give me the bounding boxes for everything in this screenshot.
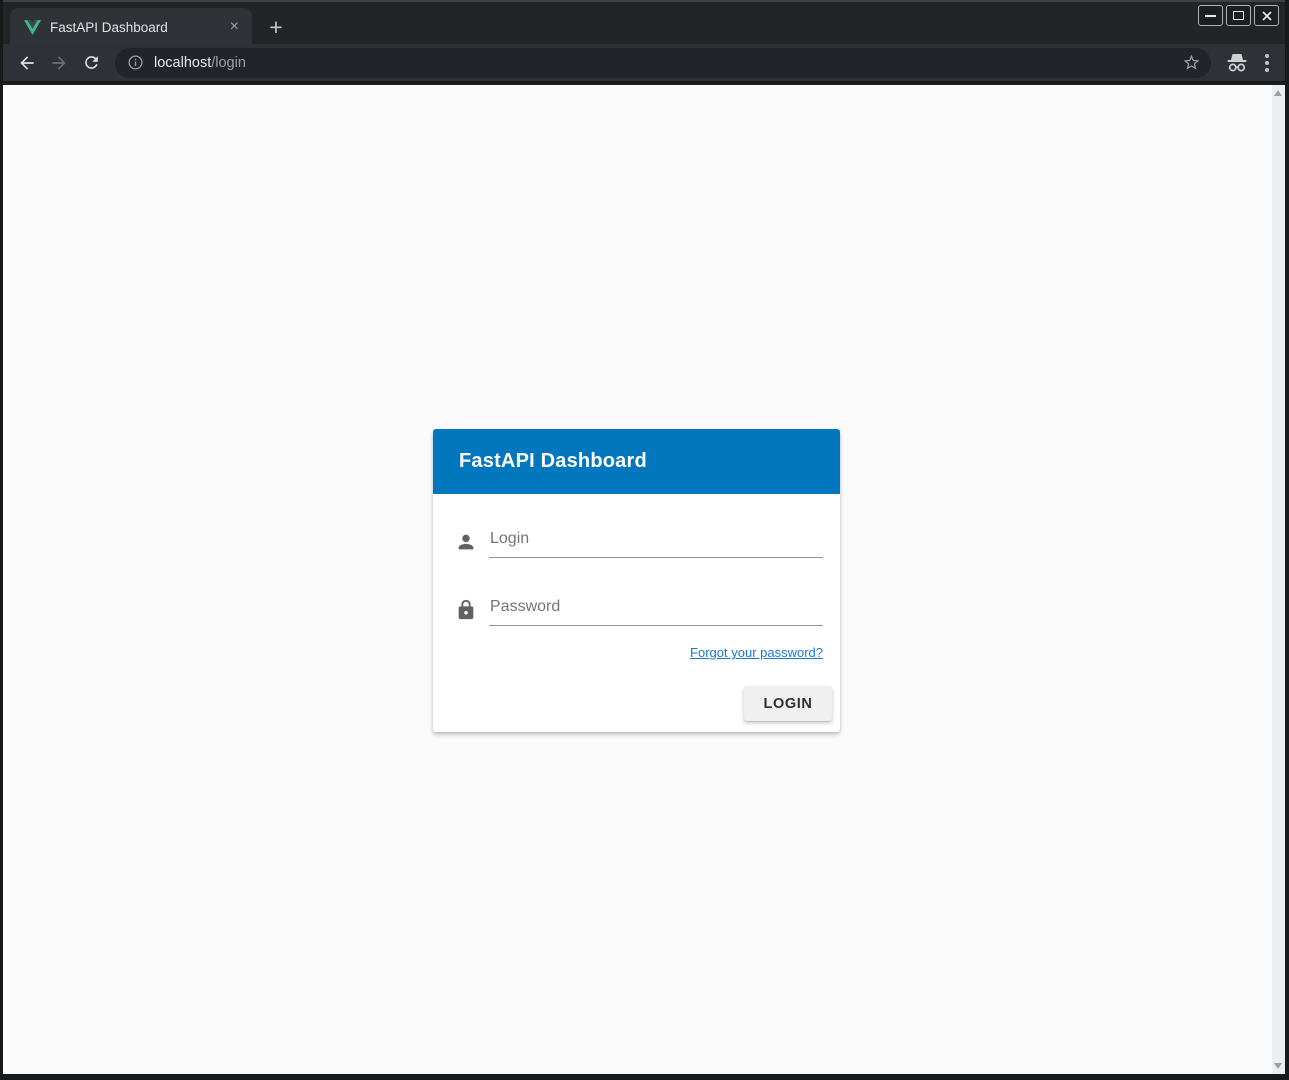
scroll-up-icon[interactable] — [1274, 90, 1282, 96]
tab-strip: FastAPI Dashboard × + — [3, 0, 1285, 44]
person-icon — [455, 531, 477, 553]
reload-button[interactable] — [75, 47, 107, 79]
scroll-down-icon[interactable] — [1274, 1063, 1282, 1069]
back-button[interactable] — [11, 47, 43, 79]
lock-icon — [455, 599, 477, 621]
window-close-button[interactable] — [1254, 5, 1279, 26]
browser-tab[interactable]: FastAPI Dashboard × — [10, 8, 252, 46]
browser-toolbar: localhost/login — [3, 44, 1285, 81]
forgot-password-link[interactable]: Forgot your password? — [690, 645, 823, 660]
minimize-icon — [1205, 15, 1216, 17]
tab-close-icon[interactable]: × — [225, 17, 244, 37]
browser-menu-button[interactable] — [1263, 52, 1271, 74]
window-minimize-button[interactable] — [1198, 5, 1223, 26]
bookmark-star-icon[interactable] — [1182, 53, 1201, 72]
login-card: FastAPI Dashboard Forgot your password? — [433, 429, 840, 732]
toolbar-right-group — [1225, 52, 1271, 74]
window-controls — [1198, 5, 1279, 26]
back-arrow-icon — [17, 53, 37, 73]
password-input[interactable] — [489, 598, 823, 626]
browser-window-frame: FastAPI Dashboard × + — [0, 0, 1289, 1080]
tab-title: FastAPI Dashboard — [50, 20, 225, 35]
login-input[interactable] — [489, 530, 823, 558]
login-card-body: Forgot your password? LOGIN — [433, 494, 840, 732]
close-icon — [1261, 10, 1273, 22]
vue-favicon-icon — [24, 19, 41, 36]
page-scrollbar[interactable] — [1272, 85, 1285, 1074]
incognito-icon — [1225, 52, 1249, 74]
maximize-icon — [1233, 11, 1244, 20]
window-maximize-button[interactable] — [1226, 5, 1251, 26]
address-bar[interactable]: localhost/login — [115, 48, 1211, 78]
url-path: /login — [211, 55, 246, 71]
new-tab-button[interactable]: + — [261, 12, 291, 42]
forward-arrow-icon — [49, 53, 69, 73]
url-text[interactable]: localhost/login — [154, 55, 1182, 71]
browser-window: FastAPI Dashboard × + — [3, 0, 1285, 1074]
url-host: localhost — [154, 55, 211, 71]
forward-button[interactable] — [43, 47, 75, 79]
password-field-row — [455, 592, 823, 626]
login-card-header: FastAPI Dashboard — [433, 429, 840, 494]
page-content: FastAPI Dashboard Forgot your password? — [3, 83, 1285, 1074]
page-info-icon[interactable] — [127, 54, 144, 71]
login-button[interactable]: LOGIN — [744, 686, 832, 721]
login-field-row — [455, 524, 823, 558]
login-card-title: FastAPI Dashboard — [459, 450, 647, 473]
reload-icon — [82, 53, 101, 72]
